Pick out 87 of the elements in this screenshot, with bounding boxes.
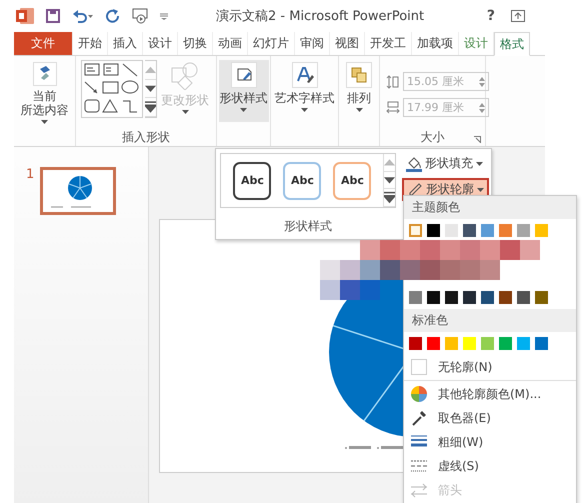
color-swatch[interactable] [517, 337, 530, 350]
caret-icon [182, 110, 188, 114]
color-swatch[interactable] [481, 291, 494, 304]
ribbon-tab[interactable]: 设计 [143, 32, 178, 55]
shape-style-option[interactable]: Abc [283, 162, 321, 200]
group-label: 插入形状 [121, 129, 171, 146]
undo-icon[interactable] [72, 9, 94, 23]
slide-number: 1 [26, 167, 34, 182]
color-swatch[interactable] [427, 291, 440, 304]
color-swatch[interactable] [463, 291, 476, 304]
ribbon-tab[interactable]: 切换 [178, 32, 213, 55]
more-styles-icon[interactable] [384, 189, 395, 208]
color-swatch[interactable] [499, 224, 512, 237]
help-button[interactable]: ? [486, 8, 495, 24]
selection-pane-icon [32, 62, 56, 86]
color-swatch[interactable] [409, 224, 422, 237]
color-swatch[interactable] [463, 224, 476, 237]
color-swatch[interactable] [535, 224, 548, 237]
menu-item[interactable]: 其他轮廓颜色(M)... [404, 382, 576, 406]
shape-style-icon [230, 62, 256, 88]
caret-icon [476, 162, 483, 166]
slideshow-icon[interactable] [132, 8, 148, 24]
arrange-icon [346, 62, 372, 88]
arrange-button[interactable]: 排列 [344, 60, 374, 114]
color-swatch[interactable] [535, 337, 548, 350]
width-icon [386, 100, 400, 114]
shape-fill-button[interactable]: 形状填充 [402, 153, 489, 174]
color-swatch[interactable] [445, 224, 458, 237]
ribbon-tab[interactable]: 开发工 [365, 32, 412, 55]
color-swatch[interactable] [445, 337, 458, 350]
color-wheel-icon [410, 385, 428, 403]
shape-styles-button[interactable]: 形状样式 [218, 60, 268, 122]
color-swatch[interactable] [409, 337, 422, 350]
save-icon[interactable] [46, 9, 60, 23]
color-swatch[interactable] [481, 224, 494, 237]
color-swatch[interactable] [517, 291, 530, 304]
section-header: 主题颜色 [404, 196, 576, 219]
color-swatch[interactable] [535, 291, 548, 304]
color-swatch[interactable] [499, 337, 512, 350]
restore-icon[interactable] [511, 10, 525, 22]
window-title: 演示文稿2 - Microsoft PowerPoint [216, 8, 426, 25]
caret-icon [240, 108, 247, 112]
color-swatch[interactable] [463, 337, 476, 350]
empty-swatch-icon [410, 358, 428, 376]
eyedropper-icon [410, 409, 428, 427]
paint-bucket-icon [406, 156, 422, 172]
menu-item[interactable]: 无轮廓(N) [404, 355, 576, 379]
shape-gallery-drawing [81, 60, 143, 118]
menu-item[interactable]: 粗细(W) [404, 430, 576, 454]
wordart-styles-button[interactable]: 艺术字样式 [272, 60, 336, 114]
redo-icon[interactable] [106, 9, 120, 23]
color-swatch[interactable] [517, 224, 530, 237]
customize-icon[interactable] [160, 12, 168, 20]
shape-style-option[interactable]: Abc [333, 162, 371, 200]
dialog-launcher-icon[interactable] [474, 136, 481, 143]
ribbon-tab[interactable]: 视图 [330, 32, 365, 55]
group-label: 形状样式 [283, 218, 333, 235]
ribbon-tab[interactable]: 审阅 [295, 32, 330, 55]
slide-thumbnail[interactable] [40, 167, 116, 215]
shape-swap-icon [171, 62, 199, 90]
ribbon-tab[interactable]: 加载项 [412, 32, 459, 55]
height-icon [386, 74, 400, 88]
color-swatch[interactable] [427, 224, 440, 237]
group-label: 大小 [380, 129, 485, 146]
file-tab[interactable]: 文件 [14, 32, 73, 55]
arrows-icon [410, 481, 428, 499]
color-swatch[interactable] [499, 291, 512, 304]
shape-style-option[interactable]: Abc [233, 162, 271, 200]
section-header: 标准色 [404, 309, 576, 332]
ribbon-tab[interactable]: 开始 [73, 32, 108, 55]
menu-item[interactable]: 取色器(E) [404, 406, 576, 430]
menu-item[interactable]: 虚线(S) [404, 454, 576, 478]
color-swatch[interactable] [445, 291, 458, 304]
color-swatch[interactable] [427, 337, 440, 350]
ribbon-tab[interactable]: 格式 [494, 32, 530, 56]
color-swatch[interactable] [481, 337, 494, 350]
caret-icon [356, 108, 362, 112]
caret-icon [477, 188, 484, 192]
ribbon-tab[interactable]: 动画 [213, 32, 248, 55]
app-logo-icon[interactable] [16, 8, 34, 24]
caret-icon [41, 120, 48, 124]
color-swatch[interactable] [409, 291, 422, 304]
selection-button[interactable]: 当前 所选内容 [18, 60, 70, 126]
wordart-icon [292, 62, 318, 88]
ribbon-tab[interactable]: 幻灯片 [248, 32, 295, 55]
ribbon-tab[interactable]: 插入 [108, 32, 143, 55]
caret-icon [301, 108, 308, 112]
